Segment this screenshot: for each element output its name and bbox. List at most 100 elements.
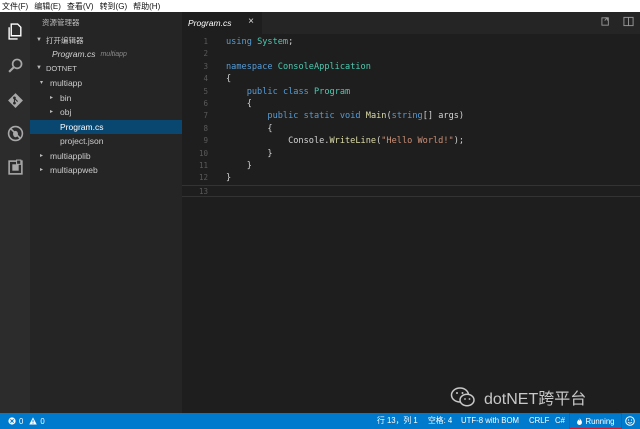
extensions-icon[interactable]	[5, 157, 25, 177]
git-icon[interactable]	[5, 90, 25, 110]
tree-item[interactable]: project.json	[30, 134, 182, 149]
code-line[interactable]: 7 public static void Main(string[] args)	[182, 110, 640, 122]
line-number: 1	[203, 37, 208, 46]
cursor-position[interactable]: 行 13，列 1	[377, 413, 418, 429]
tree-item[interactable]: ▸ multiapplib	[30, 149, 182, 164]
chevron-right-icon: ▸	[50, 109, 54, 115]
tree-item[interactable]: Program.cs	[30, 119, 182, 134]
code-line[interactable]: 8 {	[182, 123, 640, 135]
split-editor-icon[interactable]	[622, 16, 634, 28]
feedback-smiley-icon[interactable]	[625, 416, 635, 426]
status-bar: 0 0 行 13，列 1 空格: 4 UTF-8 with BOM CRLF C…	[0, 413, 640, 429]
tree-item-label: multiappweb	[50, 165, 98, 175]
code-line[interactable]: 1 using System;	[182, 36, 640, 48]
open-changes-icon[interactable]	[600, 16, 612, 28]
code-text: using System;	[226, 37, 294, 47]
line-number: 5	[203, 86, 208, 96]
code-line[interactable]: 12}	[182, 172, 640, 184]
editor-actions	[600, 16, 634, 28]
tab-program-cs[interactable]: Program.cs ×	[182, 12, 262, 34]
sidebar-title: 资源管理器	[42, 18, 80, 27]
language-mode[interactable]: C#	[555, 413, 565, 429]
line-number: 8	[203, 123, 208, 133]
workspace-label: DOTNET	[45, 64, 77, 73]
tab-bar: Program.cs ×	[182, 12, 640, 34]
tree-item[interactable]: ▸ obj	[30, 105, 182, 120]
code-text: namespace ConsoleApplication	[226, 61, 371, 72]
chevron-right-icon: ▸	[40, 167, 44, 173]
code-line[interactable]: 5 public class Program	[182, 86, 640, 98]
menu-help[interactable]: 帮助(H)	[133, 1, 160, 12]
line-number: 11	[198, 161, 208, 170]
warning-icon	[29, 417, 38, 425]
menu-bar: 文件(F) 编辑(E) 查看(V) 转到(G) 帮助(H)	[0, 0, 640, 12]
error-count: 0	[19, 416, 24, 426]
chevron-down-icon: ▼	[36, 37, 42, 43]
code-text: public class Program	[246, 86, 351, 97]
menu-view[interactable]: 查看(V)	[67, 1, 94, 12]
line-number: 6	[203, 99, 208, 108]
warning-count: 0	[40, 416, 45, 426]
open-editor-dir: multiapp	[100, 51, 127, 58]
wechat-icon	[450, 387, 475, 407]
explorer-icon[interactable]	[5, 21, 25, 41]
line-number: 2	[203, 49, 208, 59]
chevron-right-icon: ▸	[50, 94, 54, 101]
debug-icon[interactable]	[5, 123, 25, 143]
open-editor-filename: Program.cs	[52, 49, 96, 59]
chevron-down-icon: ▼	[36, 65, 42, 71]
running-label: Running	[585, 416, 615, 426]
menu-goto[interactable]: 转到(G)	[100, 1, 128, 12]
code-line[interactable]: 10 }	[182, 148, 640, 160]
line-number: 9	[203, 136, 208, 146]
code-text: }	[226, 148, 273, 159]
chevron-right-icon: ▸	[40, 152, 44, 159]
chevron-down-icon: ▾	[40, 80, 44, 86]
tree-item-label: Program.cs	[60, 121, 104, 132]
code-line[interactable]: 2	[182, 48, 640, 60]
encoding[interactable]: UTF-8 with BOM	[461, 413, 519, 429]
code-line[interactable]: 3 namespace ConsoleApplication	[182, 61, 640, 73]
tree-item-label: project.json	[60, 136, 104, 146]
watermark: dotNET跨平台	[450, 385, 586, 409]
line-ending[interactable]: CRLF	[529, 413, 549, 429]
tree-item-label: multiapplib	[50, 150, 91, 161]
open-editor-item[interactable]: Program.cs multiapp	[30, 47, 182, 62]
code-line[interactable]: 11 }	[182, 160, 640, 172]
problems-indicator[interactable]: 0 0	[8, 413, 45, 429]
code-line[interactable]: 6 {	[182, 98, 640, 110]
line-number: 3	[203, 61, 208, 71]
file-tree: ▾ multiapp ▸ bin ▸ obj Program.cs project.json ▸…	[30, 76, 182, 178]
code-text: Console.WriteLine("Hello World!");	[226, 136, 465, 147]
code-text: }	[226, 173, 232, 184]
code-text: {	[226, 99, 252, 109]
search-icon[interactable]	[5, 55, 25, 75]
code-line[interactable]: 4{	[182, 73, 640, 85]
tree-item-label: bin	[60, 92, 72, 103]
open-editors-label: 打开编辑器	[45, 36, 84, 45]
menu-edit[interactable]: 编辑(E)	[34, 1, 61, 12]
line-number: 12	[198, 173, 208, 183]
indentation[interactable]: 空格: 4	[428, 413, 452, 429]
tree-item-label: multiapp	[50, 78, 83, 88]
flame-icon	[576, 417, 583, 426]
watermark-text: dotNET跨平台	[484, 391, 587, 408]
workspace-header[interactable]: ▼ DOTNET	[30, 62, 182, 75]
code-text: {	[226, 123, 273, 134]
tab-label: Program.cs	[188, 18, 232, 28]
open-editors-header[interactable]: ▼ 打开编辑器	[30, 34, 182, 47]
tree-item[interactable]: ▸ bin	[30, 91, 182, 106]
code-editor[interactable]: 1 using System; 2 3 namespace ConsoleApplica…	[182, 34, 640, 413]
code-line[interactable]: 9 Console.WriteLine("Hello World!");	[182, 135, 640, 147]
tree-item[interactable]: ▾ multiapp	[30, 76, 182, 91]
code-text: {	[226, 74, 232, 85]
tree-item-label: obj	[60, 107, 72, 117]
line-number: 10	[198, 148, 208, 158]
close-icon[interactable]: ×	[248, 16, 254, 27]
explorer-sidebar: 资源管理器 ▼ 打开编辑器 Program.cs multiapp ▼ DOTN…	[30, 12, 182, 413]
omnisharp-running-status[interactable]: Running	[569, 413, 622, 429]
error-icon	[8, 417, 16, 425]
menu-file[interactable]: 文件(F)	[2, 1, 28, 12]
code-line[interactable]: 13	[182, 184, 640, 198]
tree-item[interactable]: ▸ multiappweb	[30, 163, 182, 178]
